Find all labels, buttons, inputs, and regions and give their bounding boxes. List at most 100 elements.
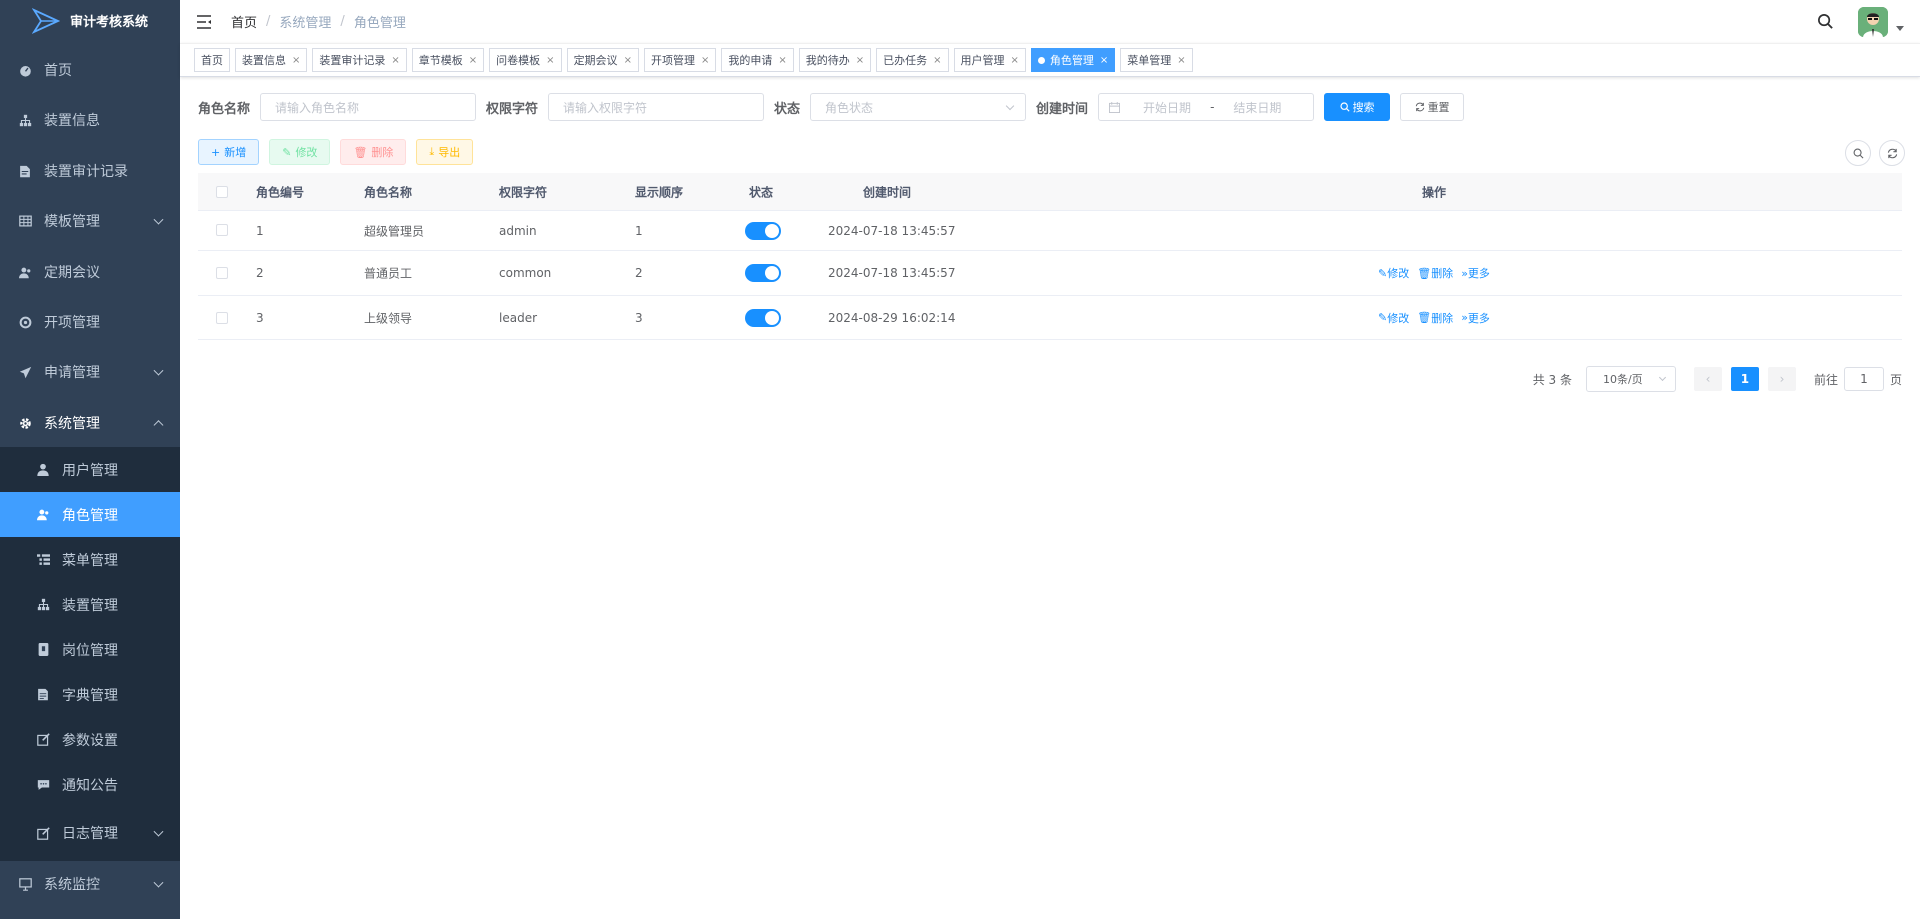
- tag-done-tasks[interactable]: 已办任务 ×: [876, 48, 949, 72]
- tag-user-management[interactable]: 用户管理 ×: [953, 48, 1026, 72]
- status-switch[interactable]: [745, 264, 781, 282]
- end-date-placeholder[interactable]: 结束日期: [1222, 99, 1292, 116]
- tag-audit-records[interactable]: 装置审计记录 ×: [312, 48, 407, 72]
- close-icon[interactable]: ×: [391, 55, 399, 66]
- row-checkbox[interactable]: [216, 224, 228, 236]
- sidebar-subitem-menu[interactable]: 菜单管理: [0, 537, 180, 582]
- select-all-checkbox[interactable]: [216, 186, 228, 198]
- page-size-select[interactable]: 10条/页: [1585, 366, 1676, 392]
- delete-button[interactable]: 🗑︎ 删除: [340, 139, 407, 165]
- search-button[interactable]: 搜索: [1324, 93, 1391, 121]
- sidebar-item-home[interactable]: 首页: [0, 45, 180, 95]
- avatar[interactable]: [1858, 6, 1888, 37]
- add-button[interactable]: + 新增: [198, 139, 260, 165]
- tag-chapter-template[interactable]: 章节模板 ×: [411, 48, 485, 72]
- log-icon: [36, 826, 50, 840]
- row-edit-link[interactable]: ✎ 修改: [1378, 265, 1409, 281]
- tree-icon: [18, 113, 32, 127]
- cell-role-name: 超级管理员: [364, 224, 425, 238]
- tag-menu-management[interactable]: 菜单管理 ×: [1120, 48, 1193, 72]
- close-icon[interactable]: ×: [1177, 55, 1185, 66]
- tag-questionnaire-template[interactable]: 问卷模板 ×: [489, 48, 562, 72]
- goto-page-input[interactable]: 1: [1843, 367, 1884, 391]
- row-more-link[interactable]: » 更多: [1461, 310, 1490, 326]
- sidebar-subitem-config[interactable]: 参数设置: [0, 717, 180, 762]
- tag-role-management[interactable]: 角色管理 ×: [1030, 48, 1116, 72]
- close-icon[interactable]: ×: [1100, 55, 1108, 66]
- refresh-icon: [1887, 148, 1897, 158]
- close-icon[interactable]: ×: [856, 55, 864, 66]
- table-row: 3 上级领导 leader 3 2024-08-29 16:02:14 ✎ 修改 …: [198, 296, 1902, 340]
- date-range-separator: -: [1210, 100, 1215, 114]
- close-icon[interactable]: ×: [624, 55, 632, 66]
- users-icon: [18, 265, 32, 279]
- start-date-placeholder[interactable]: 开始日期: [1132, 99, 1202, 116]
- reset-button[interactable]: 重置: [1400, 93, 1465, 121]
- close-icon[interactable]: ×: [469, 55, 477, 66]
- sidebar-subitem-post[interactable]: 岗位管理: [0, 627, 180, 672]
- row-checkbox[interactable]: [216, 267, 228, 279]
- sidebar-subitem-device[interactable]: 装置管理: [0, 582, 180, 627]
- sidebar-item-system[interactable]: 系统管理: [0, 398, 180, 448]
- sidebar-subitem-role[interactable]: 角色管理: [0, 492, 180, 537]
- created-label: 创建时间: [1036, 101, 1089, 117]
- role-name-input[interactable]: 请输入角色名称: [260, 93, 477, 121]
- sidebar-subitem-log[interactable]: 日志管理: [0, 809, 180, 857]
- sidebar-subitem-dict[interactable]: 字典管理: [0, 672, 180, 717]
- perm-input[interactable]: 请输入权限字符: [548, 93, 765, 121]
- chevron-down-icon: [153, 877, 164, 888]
- date-range-picker[interactable]: 开始日期 - 结束日期: [1098, 93, 1315, 121]
- row-checkbox[interactable]: [216, 312, 228, 324]
- table-row: 1 超级管理员 admin 1 2024-07-18 13:45:57: [198, 211, 1902, 251]
- logo[interactable]: 审计考核系统: [0, 0, 180, 41]
- search-icon[interactable]: [1814, 11, 1836, 33]
- page-number[interactable]: 1: [1730, 367, 1759, 391]
- export-button[interactable]: ⤓ 导出: [416, 139, 474, 165]
- sidebar-item-open-items[interactable]: 开项管理: [0, 297, 180, 347]
- sidebar-subitem-user[interactable]: 用户管理: [0, 447, 180, 492]
- row-edit-link[interactable]: ✎ 修改: [1378, 310, 1409, 326]
- refresh-button[interactable]: [1879, 140, 1905, 166]
- close-icon[interactable]: ×: [778, 55, 786, 66]
- status-switch[interactable]: [745, 309, 781, 327]
- row-more-link[interactable]: » 更多: [1461, 265, 1490, 281]
- row-more-label: 更多: [1467, 267, 1490, 280]
- breadcrumb-separator: /: [340, 14, 345, 29]
- close-icon[interactable]: ×: [292, 55, 300, 66]
- toggle-search-button[interactable]: [1845, 140, 1871, 166]
- edit-button[interactable]: ✎ 修改: [269, 139, 331, 165]
- tag-my-applications[interactable]: 我的申请 ×: [721, 48, 794, 72]
- cell-role-id: 2: [256, 266, 264, 280]
- sidebar-item-label: 字典管理: [62, 687, 118, 704]
- next-page-button[interactable]: ›: [1767, 367, 1796, 391]
- row-delete-link[interactable]: 🗑︎ 删除: [1417, 265, 1453, 281]
- page-unit-label: 页: [1889, 372, 1902, 387]
- close-icon[interactable]: ×: [933, 55, 941, 66]
- close-icon[interactable]: ×: [1011, 55, 1019, 66]
- tag-home[interactable]: 首页: [194, 48, 230, 72]
- status-switch[interactable]: [745, 222, 781, 240]
- tag-device-info[interactable]: 装置信息 ×: [235, 48, 308, 72]
- row-delete-link[interactable]: 🗑︎ 删除: [1417, 310, 1453, 326]
- status-select[interactable]: 角色状态: [810, 93, 1027, 121]
- tag-my-todo[interactable]: 我的待办 ×: [798, 48, 872, 72]
- sidebar-item-device-info[interactable]: 装置信息: [0, 95, 180, 145]
- table-row: 2 普通员工 common 2 2024-07-18 13:45:57 ✎ 修改 …: [198, 251, 1902, 296]
- sidebar-item-template[interactable]: 模板管理: [0, 196, 180, 246]
- close-icon[interactable]: ×: [701, 55, 709, 66]
- sidebar-item-monitor[interactable]: 系统监控: [0, 859, 180, 909]
- caret-down-icon[interactable]: [1896, 26, 1904, 31]
- cell-role-id: 3: [256, 310, 264, 325]
- tag-open-items[interactable]: 开项管理 ×: [643, 48, 717, 72]
- breadcrumb-home[interactable]: 首页: [231, 12, 257, 31]
- prev-page-button[interactable]: ‹: [1693, 367, 1722, 391]
- header-role-id[interactable]: 角色编号: [256, 183, 304, 200]
- sidebar-item-application[interactable]: 申请管理: [0, 347, 180, 397]
- close-icon[interactable]: ×: [546, 55, 554, 66]
- hamburger-icon[interactable]: [195, 13, 213, 31]
- sidebar-subitem-notice[interactable]: 通知公告: [0, 762, 180, 807]
- tag-meeting[interactable]: 定期会议 ×: [566, 48, 639, 72]
- sidebar-item-audit-records[interactable]: 装置审计记录: [0, 146, 180, 196]
- post-icon: [36, 643, 50, 657]
- sidebar-item-meeting[interactable]: 定期会议: [0, 247, 180, 297]
